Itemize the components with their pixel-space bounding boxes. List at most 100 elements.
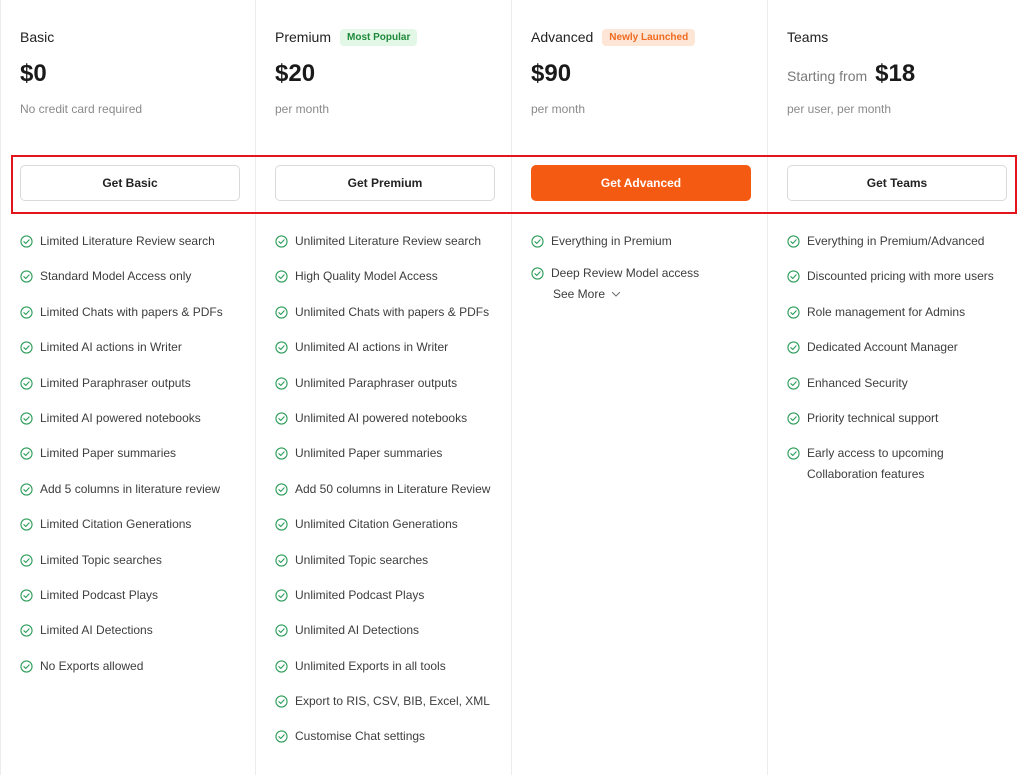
plan-name: Teams (787, 29, 829, 45)
feature-text: Deep Review Model access (551, 266, 700, 280)
check-circle-icon (275, 447, 288, 460)
get-premium-button[interactable]: Get Premium (275, 165, 495, 201)
check-circle-icon (275, 341, 288, 354)
feature-text: Unlimited AI Detections (295, 623, 420, 638)
feature-item: Limited AI actions in Writer (20, 338, 249, 373)
feature-text: Unlimited AI actions in Writer (295, 340, 449, 355)
feature-text: Priority technical support (807, 410, 939, 425)
check-circle-icon (787, 235, 800, 248)
feature-text: Export to RIS, CSV, BIB, Excel, XML (295, 694, 490, 709)
feature-item: Priority technical support (787, 409, 1018, 444)
feature-item: Unlimited Paraphraser outputs (275, 374, 505, 409)
plan-price-note: per month (531, 102, 586, 116)
feature-text: Limited Literature Review search (40, 234, 215, 248)
plan-teams: Teams Starting from $18 per user, per mo… (768, 0, 1024, 775)
check-circle-icon (20, 483, 33, 496)
feature-text: Unlimited AI powered notebooks (295, 410, 468, 425)
most-popular-badge: Most Popular (340, 28, 418, 46)
get-advanced-button[interactable]: Get Advanced (531, 165, 751, 201)
feature-item: Limited Topic searches (20, 551, 249, 586)
plan-name: Advanced (531, 29, 594, 45)
check-circle-icon (20, 518, 33, 531)
feature-text: Limited Paraphraser outputs (40, 375, 191, 390)
check-circle-icon (787, 341, 800, 354)
plan-price-note: per user, per month (787, 102, 892, 116)
check-circle-icon (20, 624, 33, 637)
feature-text: Limited AI powered notebooks (40, 410, 201, 425)
check-circle-icon (20, 306, 33, 319)
feature-text: Unlimited Paraphraser outputs (295, 375, 458, 390)
feature-text: Unlimited Citation Generations (295, 517, 458, 532)
check-circle-icon (275, 412, 288, 425)
check-circle-icon (531, 235, 544, 248)
feature-item: Limited Literature Review search (20, 232, 249, 267)
feature-text: Limited Paper summaries (40, 446, 177, 461)
feature-item: Everything in Premium (531, 232, 761, 264)
plan-header: Basic $0 No credit card required (20, 28, 247, 116)
plan-header: Advanced Newly Launched $90 per month (531, 28, 759, 116)
feature-text: Add 50 columns in Literature Review (295, 481, 491, 496)
feature-text: Limited AI Detections (40, 623, 153, 638)
feature-text: Add 5 columns in literature review (40, 481, 221, 496)
feature-text: Limited AI actions in Writer (40, 340, 182, 355)
feature-list: Unlimited Literature Review search High Q… (275, 232, 505, 763)
check-circle-icon (20, 553, 33, 567)
see-more-link[interactable]: See More (553, 287, 621, 301)
feature-item: Everything in Premium/Advanced (787, 232, 1018, 267)
check-circle-icon (787, 376, 800, 390)
check-circle-icon (275, 589, 288, 602)
plan-header: Premium Most Popular $20 per month (275, 28, 503, 116)
check-circle-icon (20, 376, 33, 390)
newly-launched-badge: Newly Launched (602, 28, 696, 46)
see-more-label: See More (553, 287, 606, 301)
check-circle-icon (20, 412, 33, 425)
plan-name: Basic (20, 29, 55, 45)
feature-text: Limited Citation Generations (40, 517, 192, 532)
feature-text: Unlimited Exports in all tools (295, 658, 446, 673)
feature-text: Everything in Premium/Advanced (807, 234, 985, 248)
check-circle-icon (275, 235, 288, 248)
feature-item: Limited Podcast Plays (20, 586, 249, 621)
check-circle-icon (275, 270, 288, 284)
feature-item: Unlimited Literature Review search (275, 232, 505, 267)
get-teams-button[interactable]: Get Teams (787, 165, 1007, 201)
pricing-plans: Basic $0 No credit card required Get Bas… (0, 0, 1024, 775)
check-circle-icon (275, 695, 288, 708)
feature-list: Limited Literature Review search Standard… (20, 232, 249, 692)
feature-item: Early access to upcoming Collaboration f… (787, 444, 1018, 485)
feature-text: Limited Topic searches (40, 552, 162, 567)
feature-item: Role management for Admins (787, 303, 1018, 338)
feature-text: High Quality Model Access (295, 269, 438, 284)
check-circle-icon (275, 660, 288, 673)
check-circle-icon (787, 306, 800, 319)
feature-item: Unlimited Paper summaries (275, 444, 505, 479)
plan-basic: Basic $0 No credit card required Get Bas… (0, 0, 256, 775)
check-circle-icon (275, 730, 288, 744)
check-circle-icon (531, 267, 544, 280)
check-circle-icon (275, 553, 288, 567)
feature-item: Standard Model Access only (20, 267, 249, 302)
feature-item: Unlimited Topic searches (275, 551, 505, 586)
check-circle-icon (787, 412, 800, 425)
feature-text: No Exports allowed (40, 658, 144, 673)
chevron-down-icon (611, 291, 621, 297)
plan-price: $90 (531, 60, 572, 87)
feature-text: Enhanced Security (807, 375, 908, 390)
check-circle-icon (20, 341, 33, 354)
get-basic-button[interactable]: Get Basic (20, 165, 240, 201)
feature-item: Limited AI powered notebooks (20, 409, 249, 444)
plan-price-note: per month (275, 102, 330, 116)
check-circle-icon (787, 447, 800, 460)
feature-item: Add 50 columns in Literature Review (275, 480, 505, 515)
feature-text: Dedicated Account Manager (807, 340, 958, 355)
feature-text: Role management for Admins (807, 304, 966, 319)
plan-price: $18 (875, 60, 916, 87)
plan-advanced: Advanced Newly Launched $90 per month Ge… (512, 0, 768, 775)
feature-item: Unlimited Chats with papers & PDFs (275, 303, 505, 338)
feature-text: Early access to upcoming Collaboration f… (807, 446, 944, 482)
check-circle-icon (20, 447, 33, 460)
check-circle-icon (20, 660, 33, 673)
price-prefix: Starting from (787, 68, 868, 84)
feature-item: Limited Chats with papers & PDFs (20, 303, 249, 338)
feature-item: Unlimited Podcast Plays (275, 586, 505, 621)
